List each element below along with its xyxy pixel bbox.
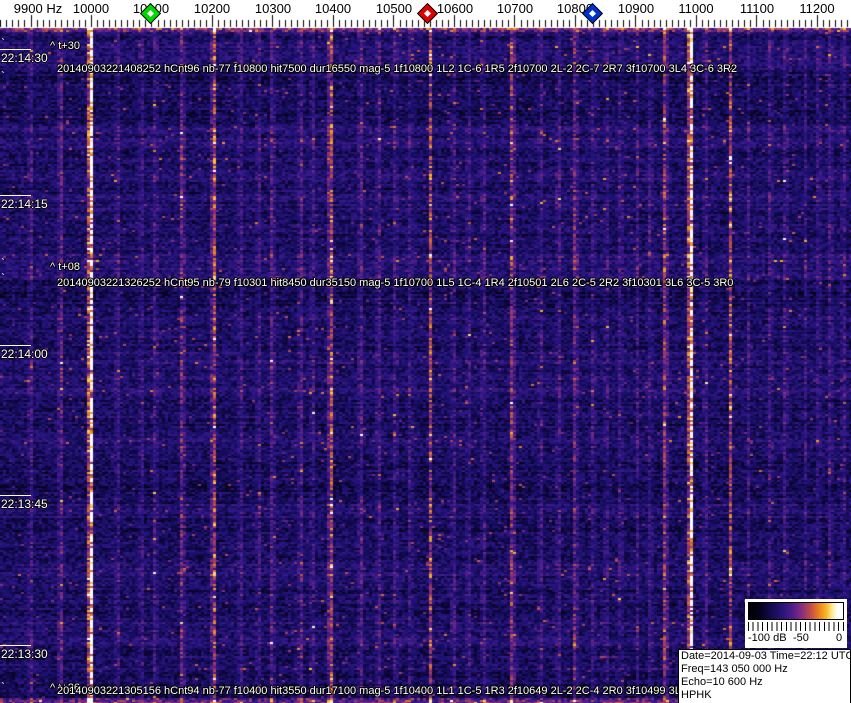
event-marker: ^ t+08 (50, 261, 80, 273)
db-scale-label: -50 (793, 632, 809, 644)
frequency-ruler: 9900 Hz 10000 10100 10200 10300 10400 10… (0, 0, 851, 28)
color-gradient-bar (748, 602, 844, 620)
freq-tick-label: 10300 (254, 1, 292, 16)
freq-tick-label: 10700 (496, 1, 534, 16)
info-date-time: Date=2014-09-03 Time=22:12 UTC (681, 650, 851, 662)
spectrogram-canvas (0, 0, 851, 703)
freq-tick-label: 10400 (314, 1, 352, 16)
info-freq: Freq=143 050 000 Hz (681, 663, 788, 675)
time-label: 22:14:15 (1, 197, 48, 211)
color-scale-ticks (748, 622, 844, 631)
freq-tick-label: 10500 (375, 1, 413, 16)
edge-mark: ` (1, 36, 5, 50)
event-marker: ^ t+30 (50, 40, 80, 52)
db-scale-label: 0 (836, 632, 843, 644)
freq-tick-label: 10600 (436, 1, 474, 16)
info-echo: Echo=10 600 Hz (681, 676, 763, 688)
freq-tick-label: 10900 (617, 1, 655, 16)
event-log-line: 20140903221326252 hCnt95 nb-79 f10301 hi… (57, 277, 734, 289)
event-log-line: 20140903221305156 hCnt94 nb-77 f10400 hi… (57, 685, 697, 697)
time-label: 22:13:45 (1, 497, 48, 511)
info-callsign: HPHK (681, 689, 712, 701)
db-color-scale: -100 dB -50 0 (745, 599, 847, 648)
edge-mark: ` (1, 69, 5, 83)
time-label: 22:13:30 (1, 647, 48, 661)
time-label: 22:14:00 (1, 347, 48, 361)
red-diamond-marker-icon[interactable] (418, 4, 437, 23)
freq-tick-label: 10200 (193, 1, 231, 16)
time-tick (0, 495, 31, 496)
edge-mark: ` (1, 256, 5, 270)
freq-tick-label: 10000 (72, 1, 110, 16)
time-tick (0, 195, 31, 196)
edge-mark: ` (1, 680, 5, 694)
time-tick (0, 645, 31, 646)
db-scale-label: -100 dB (748, 632, 787, 644)
freq-tick-label: 11200 (799, 1, 835, 16)
event-log-line: 20140903221408252 hCnt96 nb-77 f10800 hi… (57, 63, 738, 75)
time-tick (0, 345, 31, 346)
freq-tick-label: 11100 (739, 1, 775, 16)
freq-tick-label: 9900 Hz (13, 1, 63, 16)
edge-mark: ` (1, 271, 5, 285)
freq-tick-label: 11000 (678, 1, 714, 16)
time-label: 22:14:30 (1, 51, 48, 65)
spectrogram-app: 9900 Hz 10000 10100 10200 10300 10400 10… (0, 0, 851, 703)
status-info-box: Date=2014-09-03 Time=22:12 UTC Freq=143 … (678, 649, 851, 703)
